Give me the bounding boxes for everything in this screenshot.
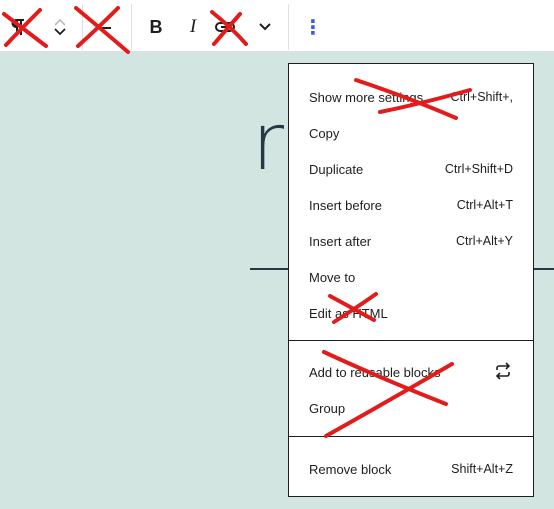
menu-item-group[interactable]: Group	[309, 394, 513, 422]
paragraph-icon[interactable]	[4, 14, 30, 40]
chevron-down-icon[interactable]	[255, 16, 275, 38]
italic-button[interactable]: I	[182, 14, 204, 40]
menu-item-insert-after[interactable]: Insert after Ctrl+Alt+Y	[309, 227, 513, 255]
toolbar-divider	[82, 4, 83, 50]
menu-item-label: Add to reusable blocks	[309, 364, 441, 380]
menu-item-label: Group	[309, 400, 346, 416]
menu-item-label: Insert after	[309, 233, 372, 249]
menu-item-shortcut: Shift+Alt+Z	[451, 462, 513, 476]
block-toolbar: B I ⋮	[0, 0, 554, 52]
menu-item-label: Move to	[309, 269, 356, 285]
menu-divider	[289, 436, 533, 437]
menu-divider	[289, 340, 533, 341]
menu-item-move-to[interactable]: Move to	[309, 263, 513, 291]
menu-item-edit-as-html[interactable]: Edit as HTML	[309, 299, 513, 327]
menu-item-label: Remove block	[309, 461, 392, 477]
chevron-down-icon[interactable]	[54, 28, 66, 36]
block-mover[interactable]	[50, 12, 70, 42]
menu-item-shortcut: Ctrl+Alt+Y	[456, 234, 513, 248]
chevron-up-icon[interactable]	[54, 18, 66, 26]
menu-item-show-more-settings[interactable]: Show more settings Ctrl+Shift+,	[309, 83, 513, 111]
menu-item-copy[interactable]: Copy	[309, 119, 513, 147]
separator-block	[534, 268, 554, 270]
align-icon[interactable]	[90, 14, 118, 40]
menu-item-label: Insert before	[309, 197, 382, 213]
heading-block[interactable]: r	[252, 104, 284, 182]
menu-item-label: Show more settings	[309, 89, 424, 105]
menu-item-add-to-reusable-blocks[interactable]: Add to reusable blocks	[309, 358, 513, 386]
menu-item-shortcut: Ctrl+Shift+,	[450, 90, 513, 104]
menu-item-label: Copy	[309, 125, 340, 141]
bold-button[interactable]: B	[145, 14, 167, 40]
menu-item-shortcut: Ctrl+Alt+T	[456, 198, 513, 212]
link-icon[interactable]	[212, 16, 238, 38]
menu-item-remove-block[interactable]: Remove block Shift+Alt+Z	[309, 455, 513, 483]
block-options-menu: Show more settings Ctrl+Shift+, Copy Dup…	[288, 63, 534, 497]
menu-item-shortcut: Ctrl+Shift+D	[444, 162, 513, 176]
menu-item-label: Edit as HTML	[309, 305, 388, 321]
options-button[interactable]: ⋮	[303, 14, 323, 40]
menu-item-duplicate[interactable]: Duplicate Ctrl+Shift+D	[309, 155, 513, 183]
toolbar-divider	[288, 4, 289, 50]
separator-block	[250, 268, 290, 270]
menu-item-label: Duplicate	[309, 161, 364, 177]
convert-icon	[493, 361, 513, 384]
toolbar-divider	[131, 4, 132, 50]
menu-item-insert-before[interactable]: Insert before Ctrl+Alt+T	[309, 191, 513, 219]
